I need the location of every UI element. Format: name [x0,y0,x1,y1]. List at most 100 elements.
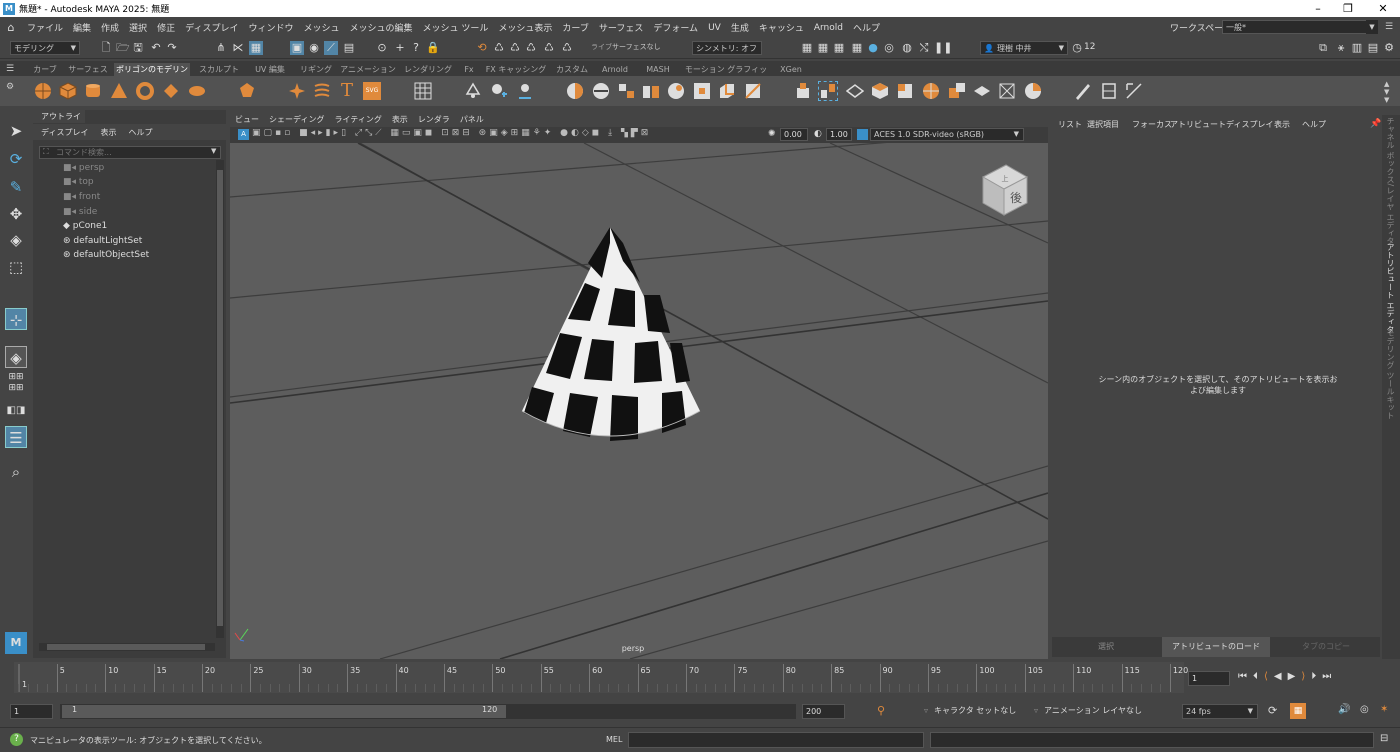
render-icon-4[interactable]: ♺ [542,41,556,55]
ae-menu-focus[interactable]: フォーカス [1132,119,1172,130]
anim-layer-select[interactable]: ▿ アニメーション レイヤなし [1034,704,1154,718]
extrude-icon[interactable] [794,82,812,100]
redo-icon[interactable]: ↷ [166,41,178,55]
time-slider[interactable]: 1 5 10 15 20 25 30 35 40 45 50 55 60 65 70 75 80 85 90 95 1… [0,662,1400,694]
live-surface-value[interactable]: サーフェスなし [612,42,661,52]
select-hierarchy-icon[interactable]: ⋔ [215,41,227,55]
loop-icon[interactable]: ⟳ [1268,704,1282,717]
shelf-tab-custom[interactable]: カスタム [554,63,590,76]
shelf-tab-fx-caching[interactable]: FX キャッシング [484,63,548,76]
arnold-render-icon[interactable]: ◍ [900,41,914,55]
layout-outliner-icon[interactable]: ☰ [5,426,27,448]
sidebar-icon-5[interactable]: ⚙ [1382,41,1396,55]
tab-channel-box[interactable]: チャネル ボックス/レイヤ エディタ [1385,117,1396,245]
ipr-icon[interactable]: ▦ [832,41,846,55]
shelf-tab-animation[interactable]: アニメーション [340,63,396,76]
circularize-icon[interactable] [948,82,966,100]
playback-controls[interactable]: ⏮⏴⟨◀▶⟩⏵⏭ [1238,671,1398,685]
next-key-icon[interactable]: ⟩ [1301,671,1311,682]
target-weld-icon[interactable] [1024,82,1042,100]
retopo-icon[interactable] [642,82,660,100]
snap-view-icon[interactable]: + [394,41,406,55]
outliner-item-persp[interactable]: ■◂ persp [63,161,104,175]
sweep-mesh-icon[interactable] [288,82,306,100]
search-icon[interactable]: ⌕ [5,461,27,483]
shelf-tab-xgen[interactable]: XGen [776,63,806,76]
viewport-menu-lighting[interactable]: ライティング [329,114,386,125]
menu-deform[interactable]: デフォーム [648,21,703,34]
outliner-item-side[interactable]: ■◂ side [63,205,97,219]
shelf-scroll-icon[interactable]: ▲ ▼ ▼ [1384,80,1389,104]
poly-disc-icon[interactable] [188,82,206,100]
start-time-field[interactable]: 1 [10,704,53,719]
select-object-icon[interactable]: ⋉ [232,41,244,55]
shelf-tab-sculpt[interactable]: スカルプト [196,63,242,76]
step-back-key-icon[interactable]: ⏴ [1253,671,1264,682]
tab-attribute-editor[interactable]: アトリビュート エディタ [1385,243,1396,334]
poly-platonic-icon[interactable] [238,82,256,100]
evaluation-icon[interactable]: ◎ [1360,704,1374,715]
save-scene-icon[interactable]: 🖫 [132,41,144,55]
menu-help[interactable]: ヘルプ [848,21,885,34]
menu-select[interactable]: 選択 [124,21,152,34]
viewport-menu-panels[interactable]: パネル [455,114,489,125]
ae-menu-attributes[interactable]: アトリビュート [1170,119,1226,130]
append-polygon-icon[interactable] [846,82,864,100]
poly-svg-icon[interactable]: SVG [363,82,381,100]
delete-edge-icon[interactable] [998,82,1016,100]
shelf-menu-icon[interactable]: ☰ [6,64,16,74]
outliner-search-input[interactable] [56,147,206,158]
workspace-menu-icon[interactable]: ☰ [1382,20,1396,34]
move-tool-icon[interactable]: ✥ [5,203,27,225]
menu-edit[interactable]: 編集 [68,21,96,34]
outliner-item-pcone1[interactable]: ◆ pCone1 [63,219,107,233]
shelf-tab-poly-modeling[interactable]: ポリゴンのモデリング [114,63,190,87]
ae-menu-show[interactable]: 表示 [1274,119,1290,130]
cache-playback-icon[interactable]: ▦ [1290,703,1306,719]
color-management-icon[interactable] [857,129,868,140]
menu-window[interactable]: ウィンドウ [243,21,298,34]
menu-generate[interactable]: 生成 [726,21,754,34]
auto-key-icon[interactable]: ⚲ [877,704,891,718]
poly-cone-icon[interactable] [110,82,128,100]
snap-curve-icon[interactable]: ⟋ [324,41,338,55]
go-to-end-icon[interactable]: ⏭ [1322,671,1337,682]
menu-arnold[interactable]: Arnold [809,23,848,33]
menu-surfaces[interactable]: サーフェス [594,21,648,34]
range-slider-handle[interactable] [62,705,506,718]
layout-side-icon[interactable]: ◧◨ [5,400,27,422]
render-icon-5[interactable]: ♺ [560,41,574,55]
view-cube[interactable]: 後 上 [981,164,1029,216]
new-scene-icon[interactable]: 🗋 [100,41,112,55]
shelf-tab-fx[interactable]: Fx [460,63,478,76]
render-frame-icon[interactable]: ▦ [816,41,830,55]
shelf-tab-uv-editing[interactable]: UV 編集 [248,63,292,76]
layout-single-icon[interactable]: ◈ [5,346,27,368]
sidebar-icon-1[interactable]: ⧉ [1316,41,1330,55]
outliner-item-defaultlightset[interactable]: ⊛ defaultLightSet [63,234,142,248]
outliner-menu-display[interactable]: ディスプレイ [33,127,94,138]
close-button[interactable]: ✕ [1368,0,1398,17]
notification-count[interactable]: 12 [1084,42,1095,52]
help-icon[interactable]: ? [410,41,422,55]
outliner-vertical-scrollbar[interactable] [216,160,224,638]
gamma-field[interactable]: 1.00 [826,128,852,141]
scrollbar-thumb[interactable] [47,644,205,650]
ae-menu-list[interactable]: リスト [1058,119,1082,130]
scale-tool-icon[interactable]: ⬚ [5,256,27,278]
range-slider-track[interactable]: 1 120 [60,704,796,719]
merge-icon[interactable] [973,82,991,100]
select-camera-icon[interactable]: A [238,129,249,140]
poly-cube-icon[interactable] [59,82,77,100]
poke-icon[interactable] [896,82,914,100]
render-icon-3[interactable]: ♺ [524,41,538,55]
quad-draw-icon[interactable] [1100,82,1118,100]
layout-four-icon[interactable]: ⊞⊞ ⊞⊞ [5,372,27,394]
menu-curves[interactable]: カーブ [557,21,593,34]
menu-mesh-display[interactable]: メッシュ表示 [493,21,557,34]
poly-type-icon[interactable]: T [338,82,356,100]
minimize-button[interactable]: – [1303,0,1333,17]
rotate-tool-icon[interactable]: ◈ [5,229,27,251]
bridge-edges-icon[interactable] [818,81,838,101]
animation-prefs-icon[interactable]: ✶ [1380,704,1394,715]
